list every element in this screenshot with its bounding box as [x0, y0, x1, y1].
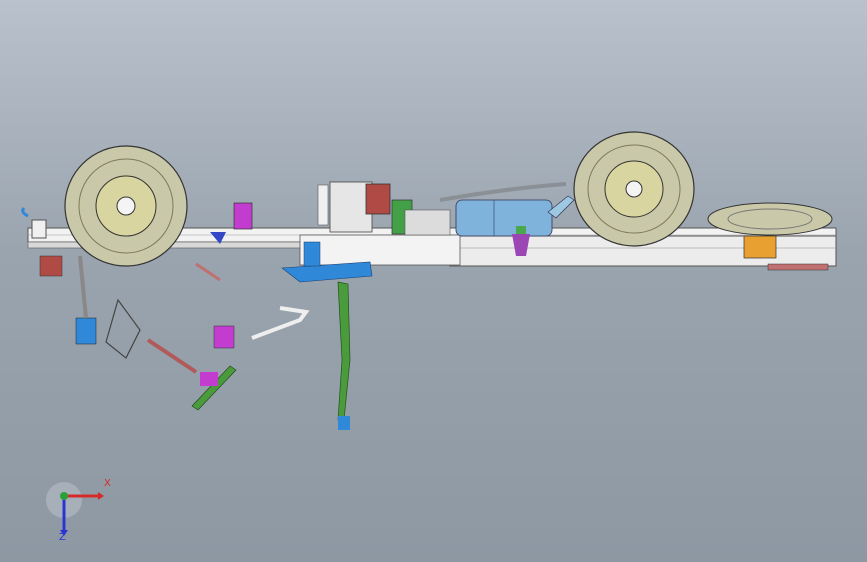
engine-assembly: [317, 181, 451, 236]
chassis-model[interactable]: [0, 0, 867, 562]
front-wheel: [64, 145, 188, 267]
rear-bumper: [767, 263, 829, 271]
model-viewport[interactable]: X Z: [0, 0, 867, 562]
z-axis-label: Z: [59, 532, 66, 543]
rear-wheel: [573, 131, 695, 247]
x-axis-label: X: [104, 478, 111, 489]
axis-triad-icon: [46, 482, 104, 536]
axis-triad: X Z: [44, 478, 114, 546]
pedal-assembly: [146, 262, 310, 411]
steering-column: [337, 281, 351, 430]
